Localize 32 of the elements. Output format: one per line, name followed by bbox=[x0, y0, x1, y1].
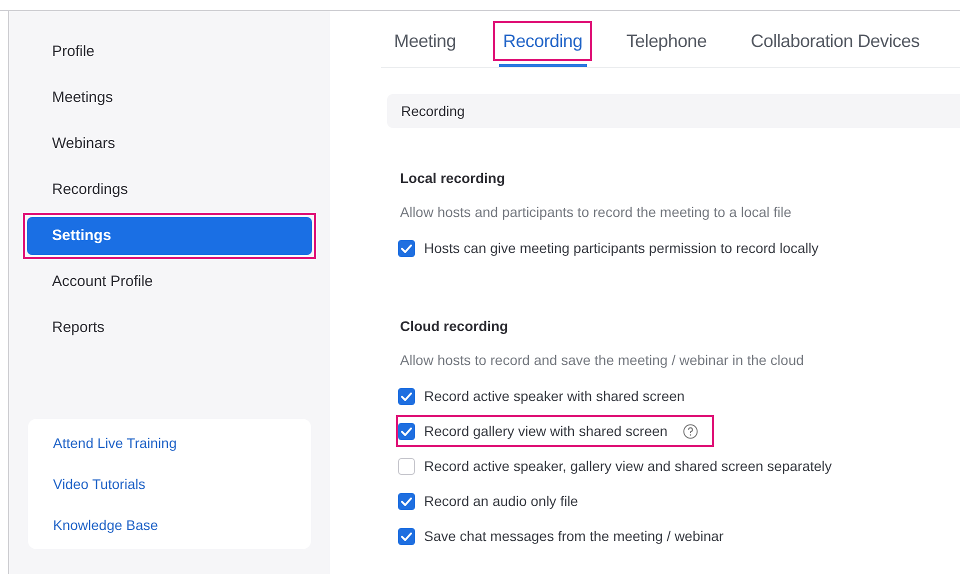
sidebar-item[interactable]: Webinars bbox=[27, 125, 312, 163]
sidebar-item[interactable]: Meetings bbox=[27, 79, 312, 117]
sidebar-item[interactable]: Settings bbox=[27, 217, 312, 255]
option-label: Record gallery view with shared screen bbox=[424, 422, 668, 441]
section-description: Allow hosts to record and save the meeting / webinar in the cloud bbox=[400, 351, 805, 368]
sidebar-item[interactable]: Reports bbox=[27, 309, 312, 347]
sidebar-item[interactable]: Profile bbox=[27, 33, 312, 71]
checkbox[interactable] bbox=[398, 458, 415, 474]
help-link[interactable]: Knowledge Base bbox=[53, 513, 286, 537]
option-label: Hosts can give meeting participants permission to record locally bbox=[424, 238, 819, 258]
help-icon[interactable] bbox=[682, 424, 698, 438]
checkbox[interactable] bbox=[398, 528, 415, 544]
section-header: Recording bbox=[387, 94, 960, 128]
tab[interactable]: Telephone bbox=[616, 21, 717, 61]
checkbox[interactable] bbox=[398, 240, 415, 256]
checkbox[interactable] bbox=[398, 422, 415, 440]
tab[interactable]: Collaboration Devices bbox=[740, 21, 930, 61]
sidebar-item[interactable]: Account Profile bbox=[27, 263, 312, 301]
tab[interactable]: Recording bbox=[493, 21, 592, 61]
option-label: Record an audio only file bbox=[424, 492, 578, 511]
help-link[interactable]: Video Tutorials bbox=[53, 472, 286, 496]
section-description: Allow hosts and participants to record the meeting to a local file bbox=[400, 203, 792, 220]
tab[interactable]: Meeting bbox=[384, 21, 466, 61]
section-title: Local recording bbox=[400, 169, 506, 186]
sidebar-item[interactable]: Recordings bbox=[27, 171, 312, 209]
section-title: Cloud recording bbox=[400, 317, 510, 334]
help-link[interactable]: Attend Live Training bbox=[53, 431, 286, 455]
option-label: Save chat messages from the meeting / webinar bbox=[424, 526, 724, 546]
checkbox[interactable] bbox=[398, 388, 415, 404]
option-label: Record active speaker with shared screen bbox=[424, 386, 685, 406]
checkbox[interactable] bbox=[398, 492, 415, 510]
option-label: Record active speaker, gallery view and shared screen separately bbox=[424, 456, 832, 476]
